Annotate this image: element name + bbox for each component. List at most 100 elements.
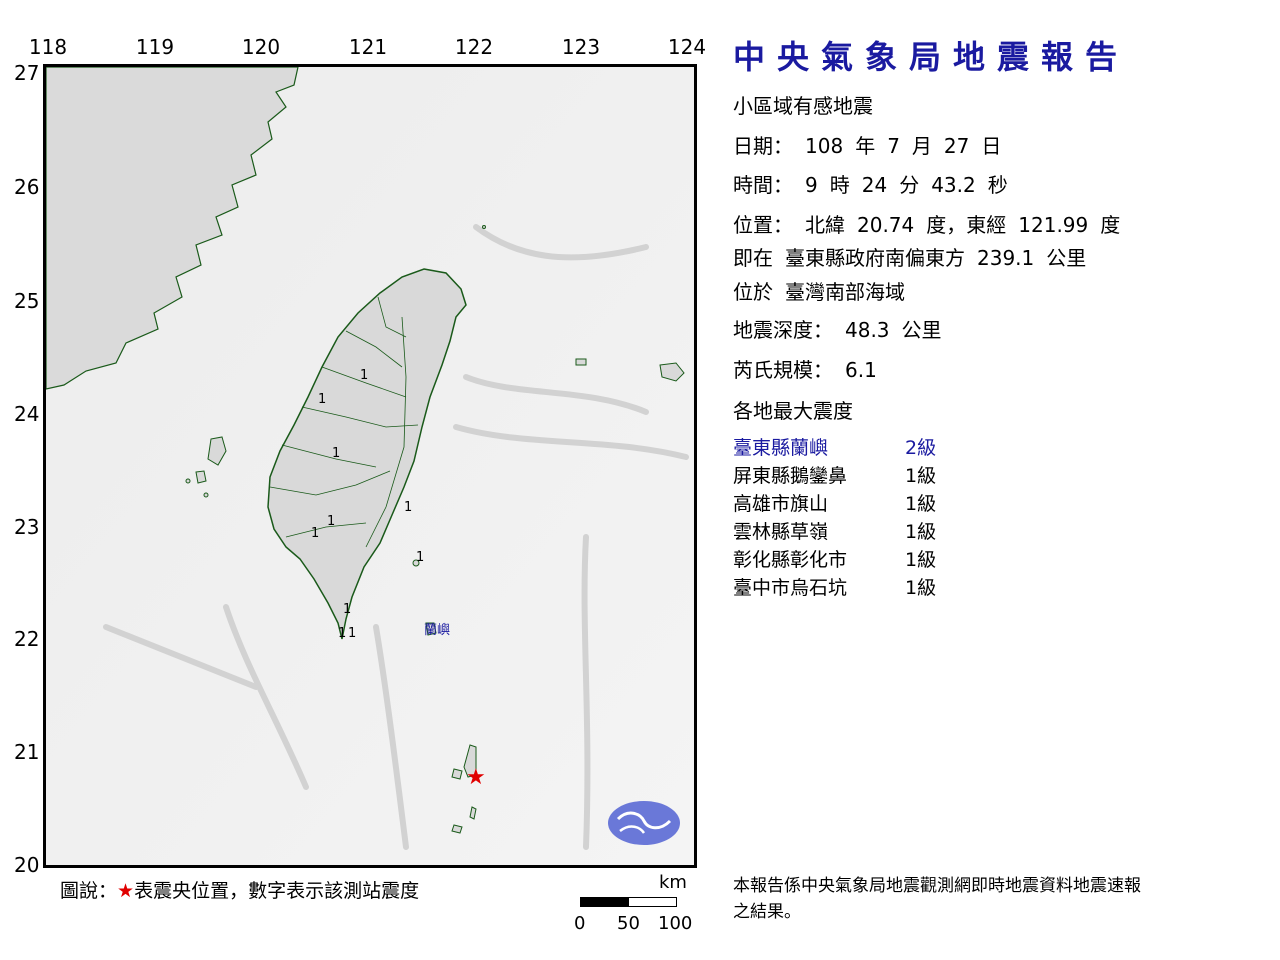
depth-unit: 公里 (901, 318, 942, 342)
time-second: 43.2 (931, 173, 976, 197)
magnitude-label: 芮氏規模： (733, 358, 833, 382)
date-month: 7 (887, 134, 900, 158)
station-name: 彰化縣彰化市 (733, 549, 848, 571)
scale-unit: km (659, 872, 687, 893)
date-year: 108 (805, 134, 844, 158)
station-level: 1級 (905, 577, 937, 599)
date-day-unit: 日 (981, 134, 1002, 158)
time-hour: 9 (805, 173, 818, 197)
station-row: 屏東縣鵝鑾鼻 1級 (733, 462, 936, 490)
report-region: 位於 臺灣南部海域 (733, 276, 905, 305)
date-day: 27 (943, 134, 970, 158)
legend-star-icon: ★ (117, 880, 135, 902)
lon-label: 121 (348, 35, 388, 59)
station-name: 臺東縣蘭嶼 (733, 437, 829, 459)
lat-label: 25 (14, 289, 40, 313)
date-label: 日期： (733, 134, 793, 158)
station-level: 1級 (905, 493, 937, 515)
intensity-marker: 1 (311, 526, 319, 541)
region-name: 臺灣南部海域 (785, 280, 905, 304)
lon-label: 122 (454, 35, 494, 59)
position-lon: 121.99 (1018, 213, 1089, 237)
station-level: 1級 (905, 521, 937, 543)
report-title: 中央氣象局地震報告 (733, 38, 1130, 76)
cwb-logo-icon (608, 801, 680, 845)
position-label: 位置： (733, 213, 793, 237)
depth-value: 48.3 (845, 318, 890, 342)
intensity-marker: 1 (404, 500, 412, 515)
lat-label: 27 (14, 61, 40, 85)
scale-tick: 100 (658, 913, 693, 934)
intensity-heading: 各地最大震度 (733, 399, 853, 423)
relative-distance: 239.1 (977, 246, 1035, 270)
time-minute-unit: 分 (899, 173, 920, 197)
date-month-unit: 月 (911, 134, 932, 158)
map-legend: 圖說：★表震央位置，數字表示該測站震度 (60, 876, 419, 903)
intensity-marker: 1 (338, 626, 346, 641)
scale-bar (580, 897, 677, 907)
intensity-marker: 1 (348, 626, 356, 641)
relative-distance-unit: 公里 (1046, 246, 1087, 270)
station-row: 雲林縣草嶺 1級 (733, 518, 936, 546)
region-label: 位於 (733, 280, 773, 304)
lon-label: 123 (561, 35, 601, 59)
station-row: 臺東縣蘭嶼 2級 (733, 434, 936, 462)
intensity-marker: 1 (360, 368, 368, 383)
magnitude-value: 6.1 (845, 358, 877, 382)
station-row: 臺中市烏石坑 1級 (733, 574, 936, 602)
relative-ref: 臺東縣政府南偏東方 (785, 246, 965, 270)
lat-label: 20 (14, 853, 40, 877)
lat-label: 23 (14, 515, 40, 539)
intensity-marker: 1 (318, 392, 326, 407)
station-name: 雲林縣草嶺 (733, 521, 829, 543)
date-year-unit: 年 (855, 134, 876, 158)
intensity-marker: 1 (343, 602, 351, 617)
report-depth: 地震深度： 48.3 公里 (733, 314, 942, 343)
intensity-marker: 1 (327, 514, 335, 529)
report-footnote: 本報告係中央氣象局地震觀測網即時地震資料地震速報之結果。 (733, 876, 1141, 922)
scale-segment-black (581, 898, 629, 906)
station-name: 屏東縣鵝鑾鼻 (733, 465, 848, 487)
lat-label: 24 (14, 402, 40, 426)
lat-label: 21 (14, 740, 40, 764)
intensity-marker: 1 (416, 550, 424, 565)
position-lat-prefix: 北緯 (805, 213, 845, 237)
position-lat: 20.74 (857, 213, 915, 237)
position-lat-unit: 度，東經 (926, 213, 1007, 237)
station-level: 1級 (905, 465, 937, 487)
station-row: 高雄市旗山 1級 (733, 490, 936, 518)
report-time: 時間： 9 時 24 分 43.2 秒 (733, 169, 1008, 198)
intensity-marker: 1 (332, 446, 340, 461)
time-minute: 24 (861, 173, 888, 197)
report-date: 日期： 108 年 7 月 27 日 (733, 130, 1001, 159)
station-name: 高雄市旗山 (733, 493, 829, 515)
map-canvas: 1 1 1 1 1 1 1 1 1 1 蘭嶼 ★ (46, 67, 694, 865)
report-position: 位置： 北緯 20.74 度，東經 121.99 度 (733, 209, 1120, 238)
depth-label: 地震深度： (733, 318, 833, 342)
lat-label: 26 (14, 175, 40, 199)
position-lon-unit: 度 (1100, 213, 1121, 237)
scale-tick: 0 (574, 913, 586, 934)
time-label: 時間： (733, 173, 793, 197)
station-level: 2級 (905, 437, 937, 459)
relative-label: 即在 (733, 246, 773, 270)
station-name: 臺中市烏石坑 (733, 577, 848, 599)
report-magnitude: 芮氏規模： 6.1 (733, 354, 877, 383)
scale-tick: 50 (617, 913, 640, 934)
lon-label: 119 (135, 35, 175, 59)
lat-label: 22 (14, 627, 40, 651)
lon-label: 120 (241, 35, 281, 59)
lanyu-station-label: 蘭嶼 (424, 622, 450, 638)
time-hour-unit: 時 (829, 173, 850, 197)
time-second-unit: 秒 (987, 173, 1008, 197)
station-level: 1級 (905, 549, 937, 571)
lon-label: 118 (28, 35, 68, 59)
epicenter-star-icon: ★ (466, 765, 486, 790)
lon-label: 124 (667, 35, 707, 59)
seismic-map: 1 1 1 1 1 1 1 1 1 1 蘭嶼 ★ (43, 64, 697, 868)
legend-prefix: 圖說： (60, 880, 118, 902)
legend-description: 表震央位置，數字表示該測站震度 (134, 880, 420, 902)
scale-segment-white (629, 898, 676, 906)
station-intensity-list: 臺東縣蘭嶼 2級 屏東縣鵝鑾鼻 1級 高雄市旗山 1級 雲林縣草嶺 1級 彰化縣… (733, 434, 936, 602)
station-row: 彰化縣彰化市 1級 (733, 546, 936, 574)
